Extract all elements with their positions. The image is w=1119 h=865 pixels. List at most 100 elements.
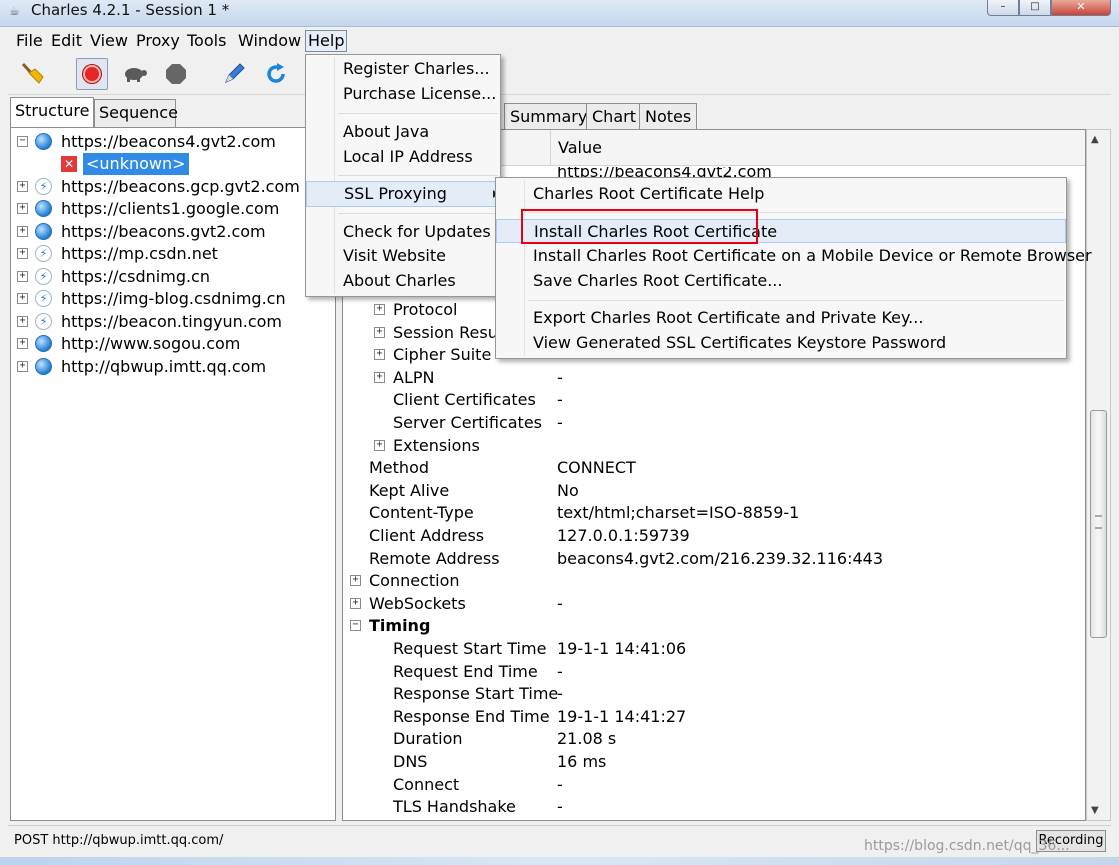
scroll-up-icon[interactable]: ▲ — [1091, 134, 1099, 145]
expand-toggle[interactable]: + — [17, 271, 28, 282]
row-value: - — [557, 390, 563, 410]
menu-file[interactable]: File — [14, 30, 45, 52]
menu-item-save-root-cert[interactable]: Save Charles Root Certificate... — [496, 269, 1066, 293]
collapse-toggle[interactable]: − — [350, 620, 361, 632]
row-value: beacons4.gvt2.com/216.239.32.116:443 — [557, 548, 884, 568]
table-row[interactable]: Server Certificates - — [343, 412, 1085, 434]
tab-sequence[interactable]: Sequence — [94, 99, 178, 127]
table-row[interactable]: + Connection — [343, 570, 1085, 592]
menu-item-purchase-license[interactable]: Purchase License... — [306, 82, 500, 106]
expand-toggle[interactable]: + — [374, 371, 385, 383]
record-icon[interactable] — [76, 58, 108, 90]
host-label: https://csdnimg.cn — [61, 267, 210, 286]
expand-toggle[interactable]: + — [17, 316, 28, 327]
menu-separator — [528, 300, 1064, 301]
table-row[interactable]: − Timing — [343, 615, 1085, 637]
menu-tools[interactable]: Tools — [185, 30, 228, 52]
table-row[interactable]: Kept Alive No — [343, 480, 1085, 502]
bolt-icon: ⚡ — [35, 290, 52, 307]
title-bar: ☕ Charles 4.2.1 - Session 1 * – □ ✕ — [0, 0, 1119, 27]
menu-view[interactable]: View — [88, 30, 130, 52]
column-divider[interactable] — [550, 130, 551, 166]
menu-item-root-cert-help[interactable]: Charles Root Certificate Help — [496, 182, 1066, 206]
table-row[interactable]: + WebSockets - — [343, 593, 1085, 615]
menu-separator — [338, 113, 498, 114]
menu-edit[interactable]: Edit — [49, 30, 84, 52]
tab-chart[interactable]: Chart — [586, 103, 642, 130]
table-row[interactable]: Duration 21.08 s — [343, 728, 1085, 750]
menu-proxy[interactable]: Proxy — [134, 30, 182, 52]
table-row[interactable]: TLS Handshake - — [343, 796, 1085, 818]
menu-window[interactable]: Window — [236, 30, 303, 52]
table-row[interactable]: Connect - — [343, 774, 1085, 796]
maximize-button[interactable]: □ — [1019, 0, 1051, 16]
table-row[interactable]: + Extensions — [343, 435, 1085, 457]
expand-toggle[interactable]: + — [17, 248, 28, 259]
row-name: Server Certificates — [393, 413, 542, 432]
host-label: https://beacons.gvt2.com — [61, 222, 266, 241]
expand-toggle[interactable]: + — [374, 326, 385, 338]
table-row[interactable]: DNS 16 ms — [343, 751, 1085, 773]
charles-teapot-icon: ☕ — [9, 4, 20, 18]
close-button[interactable]: ✕ — [1051, 0, 1111, 16]
expand-toggle[interactable]: + — [350, 575, 361, 587]
host-label: https://beacons.gcp.gvt2.com — [61, 177, 300, 196]
expand-toggle[interactable]: + — [374, 439, 385, 451]
expand-toggle[interactable]: + — [17, 293, 28, 304]
table-row[interactable]: + ALPN - — [343, 367, 1085, 389]
tab-notes[interactable]: Notes — [639, 103, 698, 130]
scroll-thumb[interactable] — [1090, 410, 1107, 638]
table-row[interactable]: Content-Type text/html;charset=ISO-8859-1 — [343, 502, 1085, 524]
row-value: 19-1-1 14:41:27 — [557, 706, 687, 726]
row-value: - — [557, 797, 563, 817]
expand-toggle[interactable]: + — [17, 226, 28, 237]
pen-icon[interactable] — [218, 58, 250, 90]
tab-summary[interactable]: Summary — [504, 103, 594, 130]
table-row[interactable]: Request End Time - — [343, 661, 1085, 683]
row-name: TLS Handshake — [393, 797, 516, 817]
menu-item-local-ip[interactable]: Local IP Address — [306, 145, 500, 169]
ssl-proxying-submenu: Charles Root Certificate Help Install Ch… — [495, 177, 1092, 359]
expand-toggle[interactable]: + — [17, 338, 28, 349]
menu-item-check-updates[interactable]: Check for Updates — [306, 220, 500, 244]
expand-toggle[interactable]: + — [17, 361, 28, 372]
host-label: https://mp.csdn.net — [61, 244, 218, 263]
menu-item-about-java[interactable]: About Java — [306, 120, 500, 144]
bolt-icon: ⚡ — [35, 313, 52, 330]
expand-toggle[interactable]: + — [17, 203, 28, 214]
expand-toggle[interactable]: + — [350, 597, 361, 609]
host-label: https://beacon.tingyun.com — [61, 312, 282, 331]
vertical-scrollbar[interactable]: ▲ ▼ — [1086, 129, 1111, 821]
minimize-button[interactable]: – — [987, 0, 1019, 16]
menu-bar: File Edit View Proxy Tools Window Help — [8, 28, 1111, 54]
table-row[interactable]: Remote Address beacons4.gvt2.com/216.239.… — [343, 548, 1085, 570]
menu-item-export-root-cert[interactable]: Export Charles Root Certificate and Priv… — [496, 306, 1066, 330]
menu-help[interactable]: Help — [305, 30, 348, 52]
stop-icon[interactable] — [160, 58, 192, 90]
menu-item-ssl-proxying[interactable]: SSL Proxying — [306, 181, 500, 207]
menu-item-view-keystore-password[interactable]: View Generated SSL Certificates Keystore… — [496, 331, 1066, 355]
turtle-icon[interactable] — [119, 58, 151, 90]
menu-item-about-charles[interactable]: About Charles — [306, 269, 500, 293]
row-value: 16 ms — [557, 752, 607, 771]
expand-toggle[interactable]: + — [374, 304, 385, 315]
expand-toggle[interactable]: + — [17, 181, 28, 192]
table-row[interactable]: Request Start Time 19-1-1 14:41:06 — [343, 638, 1085, 660]
tab-structure[interactable]: Structure — [10, 97, 94, 127]
expand-toggle[interactable]: + — [374, 349, 385, 361]
row-name: Connection — [369, 571, 460, 591]
broom-icon[interactable] — [16, 58, 48, 90]
menu-item-visit-website[interactable]: Visit Website — [306, 244, 500, 268]
collapse-toggle[interactable]: − — [17, 136, 28, 147]
table-row[interactable]: Client Address 127.0.0.1:59739 — [343, 525, 1085, 547]
menu-item-register[interactable]: Register Charles... — [306, 57, 500, 81]
scroll-down-icon[interactable]: ▼ — [1091, 805, 1099, 816]
menu-item-install-root-cert-mobile[interactable]: Install Charles Root Certificate on a Mo… — [496, 244, 1092, 268]
table-row[interactable]: Response Start Time - — [343, 683, 1085, 705]
refresh-icon[interactable] — [260, 58, 292, 90]
row-value: - — [557, 661, 563, 681]
table-row[interactable]: Client Certificates - — [343, 389, 1085, 411]
host-label: https://clients1.google.com — [61, 199, 280, 218]
table-row[interactable]: Response End Time 19-1-1 14:41:27 — [343, 706, 1085, 728]
table-row[interactable]: Method CONNECT — [343, 457, 1085, 479]
